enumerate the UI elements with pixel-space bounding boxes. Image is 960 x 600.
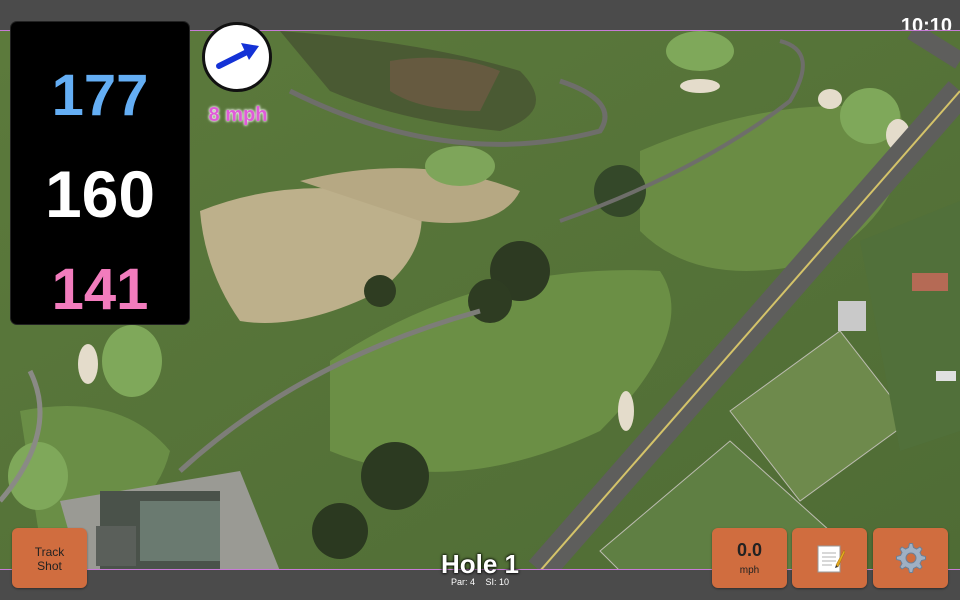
wind-direction-indicator	[202, 22, 272, 92]
track-shot-button[interactable]: Track Shot	[12, 528, 87, 588]
wind-speed-unit: mph	[739, 565, 760, 576]
hole-par: Par: 4	[450, 577, 475, 587]
front-distance: 141	[51, 257, 149, 322]
hole-title: Hole 1	[440, 549, 520, 579]
notepad-icon	[817, 545, 845, 573]
wind-speed-value: 0.0	[736, 540, 763, 560]
wind-speed-button[interactable]: 0.0 mph	[712, 528, 787, 588]
center-distance: 160	[44, 157, 156, 231]
hole-stroke-index: SI: 10	[485, 577, 510, 587]
track-shot-label-line1: Track	[34, 545, 65, 559]
hole-info: Par: 4 SI: 10	[380, 577, 580, 587]
gear-icon	[895, 543, 926, 573]
wind-speed-label: 8 mph	[208, 104, 268, 126]
settings-button[interactable]	[873, 528, 948, 588]
distance-panel: 177 160 141	[11, 22, 189, 324]
track-shot-label-line2: Shot	[37, 559, 62, 573]
back-distance: 177	[51, 63, 149, 128]
notes-button[interactable]	[792, 528, 867, 588]
wind-arrow-icon	[216, 43, 259, 69]
